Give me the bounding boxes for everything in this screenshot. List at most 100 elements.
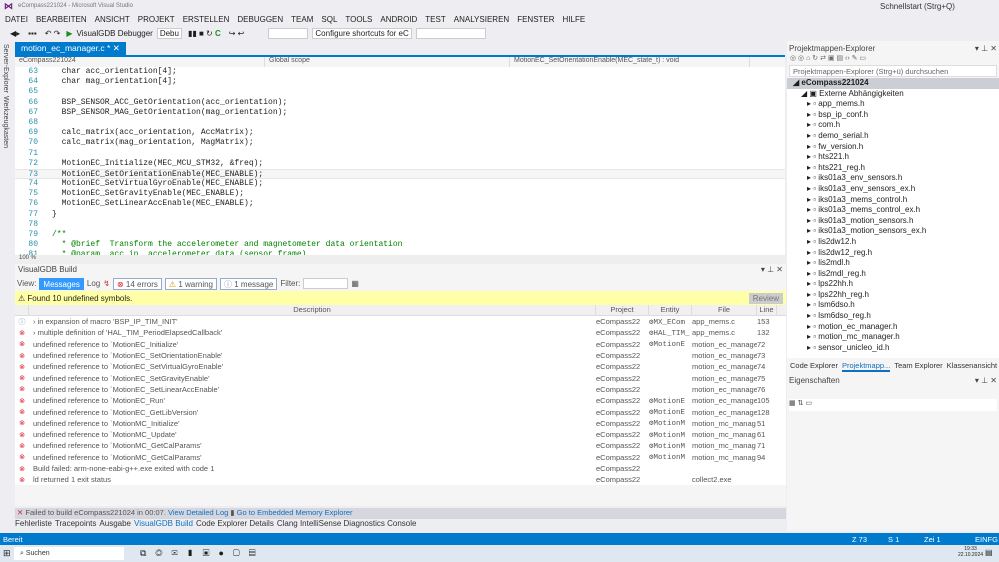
close-icon[interactable]: ✕ [113,43,120,53]
tree-folder[interactable]: ◢ ▣ Externe Abhängigkeiten [787,89,999,100]
taskbar-apps-icon[interactable]: ⧉◎✉▮▣●▢▤ [140,548,265,559]
right-tab-0[interactable]: Code Explorer [790,361,838,372]
table-row[interactable]: ⊗ › multiple definition of 'HAL_TIM_Perio… [15,327,786,339]
menu-test[interactable]: TEST [425,15,445,25]
table-row[interactable]: ⊗ undefined reference to `MotionMC_Initia… [15,417,786,429]
menu-fenster[interactable]: FENSTER [517,15,554,25]
tree-file[interactable]: ▸ ▫ lis2dw12.h [787,237,999,248]
table-row[interactable]: ⓘ › in expansion of macro 'BSP_IP_TIM_INI… [15,316,786,328]
tree-file[interactable]: ▸ ▫ app_mems.h [787,99,999,110]
tree-file[interactable]: ▸ ▫ iks01a3_env_sensors_ex.h [787,184,999,195]
bottom-tab-3[interactable]: VisualGDB Build [134,519,193,530]
windows-start-icon[interactable]: ⊞ [3,548,11,559]
nav-function[interactable]: MotionEC_SetOrientationEnable(MEC_state_… [510,57,750,67]
solution-search-input[interactable]: Projektmappen-Explorer (Strg+ü) durchsuc… [789,65,997,77]
tools-icon[interactable]: ↯ [103,279,110,288]
menu-hilfe[interactable]: HILFE [563,15,586,25]
tree-file[interactable]: ▸ ▫ demo_serial.h [787,131,999,142]
menu-datei[interactable]: DATEI [5,15,28,25]
step-icon[interactable]: ↪ ↩ [227,29,247,38]
column-project[interactable]: Project [596,305,649,315]
menu-erstellen[interactable]: ERSTELLEN [183,15,230,25]
messages-filter[interactable]: ⓘ 1 message [220,277,278,290]
tree-file[interactable]: ▸ ▫ iks01a3_motion_sensors.h [787,216,999,227]
code-editor[interactable]: 63 char acc_orientation[4]; 64 char mag_o… [15,67,785,255]
tree-file[interactable]: ▸ ▫ fw_version.h [787,142,999,153]
tree-file[interactable]: ▸ ▫ lis2dw12_reg.h [787,248,999,259]
tree-file[interactable]: ▸ ▫ lis2mdl.h [787,258,999,269]
tab-motion-ec-manager[interactable]: motion_ec_manager.c * ✕ [15,42,126,55]
config-select[interactable]: Debu [156,28,182,39]
tree-file[interactable]: ▸ ▫ lps22hh_reg.h [787,290,999,301]
pin-close-icon[interactable]: ▾ ⊥ ✕ [975,44,997,53]
log-button[interactable]: Log [87,279,100,288]
menu-tools[interactable]: TOOLS [345,15,372,25]
column-description[interactable]: Description [29,305,596,315]
view-log-link[interactable]: View Detailed Log [168,508,228,517]
zoom-level[interactable]: 100 % [15,255,785,263]
warnings-filter[interactable]: ⚠ 1 warning [164,277,217,290]
undo-icon[interactable]: ↶ ↷ [43,29,63,38]
start-debug-icon[interactable]: ▶ [66,29,72,38]
tree-file[interactable]: ▸ ▫ lsm6dso.h [787,300,999,311]
table-row[interactable]: ⊗ undefined reference to `MotionEC_SetGra… [15,372,786,384]
back-icon[interactable]: ◀▸ [8,29,22,38]
tree-file[interactable]: ▸ ▫ bsp_ip_conf.h [787,110,999,121]
shortcuts-select[interactable]: Configure shortcuts for eC [312,28,412,39]
table-row[interactable]: ⊗ undefined reference to `MotionMC_GetCal… [15,440,786,452]
menu-debuggen[interactable]: DEBUGGEN [237,15,283,25]
debug-controls-icon[interactable]: ▮▮ ■ ↻ C [186,29,223,38]
filter-input[interactable] [303,278,349,289]
tree-file[interactable]: ▸ ▫ hts221.h [787,152,999,163]
menu-bearbeiten[interactable]: BEARBEITEN [36,15,87,25]
tree-file[interactable]: ▸ ▫ motion_mc_manager.h [787,332,999,343]
table-row[interactable]: ⊗ undefined reference to `MotionEC_SetLin… [15,383,786,396]
tree-file[interactable]: ▸ ▫ iks01a3_mems_control.h [787,195,999,206]
tree-file[interactable]: ▸ ▫ sensor_unicleo_id.h [787,343,999,354]
errors-filter[interactable]: ⊗ 14 errors [112,277,162,290]
bottom-tab-5[interactable]: Clang IntelliSense Diagnostics Console [277,519,417,530]
notification-icon[interactable]: ▤ [985,548,993,557]
bottom-tab-0[interactable]: Fehlerliste [15,519,52,530]
bottom-tab-2[interactable]: Ausgabe [99,519,131,530]
bottom-tab-4[interactable]: Code Explorer Details [196,519,274,530]
bottom-tab-1[interactable]: Tracepoints [55,519,97,530]
menu-android[interactable]: ANDROID [380,15,417,25]
table-row[interactable]: ⊗ Build failed: arm-none-eabi-g++.exe exi… [15,462,786,475]
right-tab-1[interactable]: Projektmapp... [841,361,891,372]
menu-analysieren[interactable]: ANALYSIEREN [454,15,509,25]
tree-file[interactable]: ▸ ▫ iks01a3_env_sensors.h [787,173,999,184]
properties-toolbar[interactable]: ▦ ⇅ ▭ [789,399,997,411]
clock[interactable]: 19:33 22.10.2024 [958,546,983,558]
tree-file[interactable]: ▸ ▫ lis2mdl_reg.h [787,269,999,280]
table-row[interactable]: ⊗ undefined reference to `MotionEC_Run' eC… [15,395,786,407]
empty-select[interactable] [415,28,486,39]
tree-file[interactable]: ▸ ▫ motion_ec_manager.h [787,322,999,333]
column-line[interactable]: Line [757,305,777,315]
table-row[interactable]: ⊗ undefined reference to `MotionEC_SetVir… [15,361,786,373]
pin-close-icon[interactable]: ▾ ⊥ ✕ [975,376,997,385]
tree-file[interactable]: ▸ ▫ iks01a3_mems_control_ex.h [787,205,999,216]
table-row[interactable]: ⊗ undefined reference to `MotionEC_SetOri… [15,349,786,362]
right-tab-2[interactable]: Team Explorer [894,361,942,372]
tree-file[interactable]: ▸ ▫ com.h [787,120,999,131]
solution-toolbar-icons[interactable]: ◎ ◎ ⌂ ↻ ⇄ ▣ ▤ ‹› ✎ ▭ [787,54,999,65]
right-tab-3[interactable]: Klassenansicht [947,361,997,372]
grid-icon[interactable]: ▦ [351,279,359,288]
server-explorer-tab[interactable]: Server-Explorer [2,44,9,93]
tree-file[interactable]: ▸ ▫ hts221_reg.h [787,163,999,174]
column-file[interactable]: File [692,305,757,315]
table-row[interactable]: ⊗ undefined reference to `MotionEC_Initia… [15,338,786,350]
nav-project[interactable]: eCompass221024 [15,57,265,67]
tree-project[interactable]: ◢ eCompass221024 [787,78,999,89]
messages-button[interactable]: Messages [39,277,84,290]
menu-projekt[interactable]: PROJEKT [138,15,175,25]
menu-sql[interactable]: SQL [321,15,337,25]
table-row[interactable]: ⊗ undefined reference to `MotionEC_GetLib… [15,406,786,418]
review-button[interactable]: Review [748,292,783,304]
save-icon[interactable]: ▪▪▪ [26,29,39,38]
toolbox-tab[interactable]: Werkzeugkasten [2,96,9,148]
table-row[interactable]: ⊗ undefined reference to `MotionMC_GetCal… [15,451,786,463]
table-row[interactable]: ⊗ ld returned 1 exit status eCompass22 coll… [15,474,786,486]
tree-file[interactable]: ▸ ▫ lsm6dso_reg.h [787,311,999,322]
